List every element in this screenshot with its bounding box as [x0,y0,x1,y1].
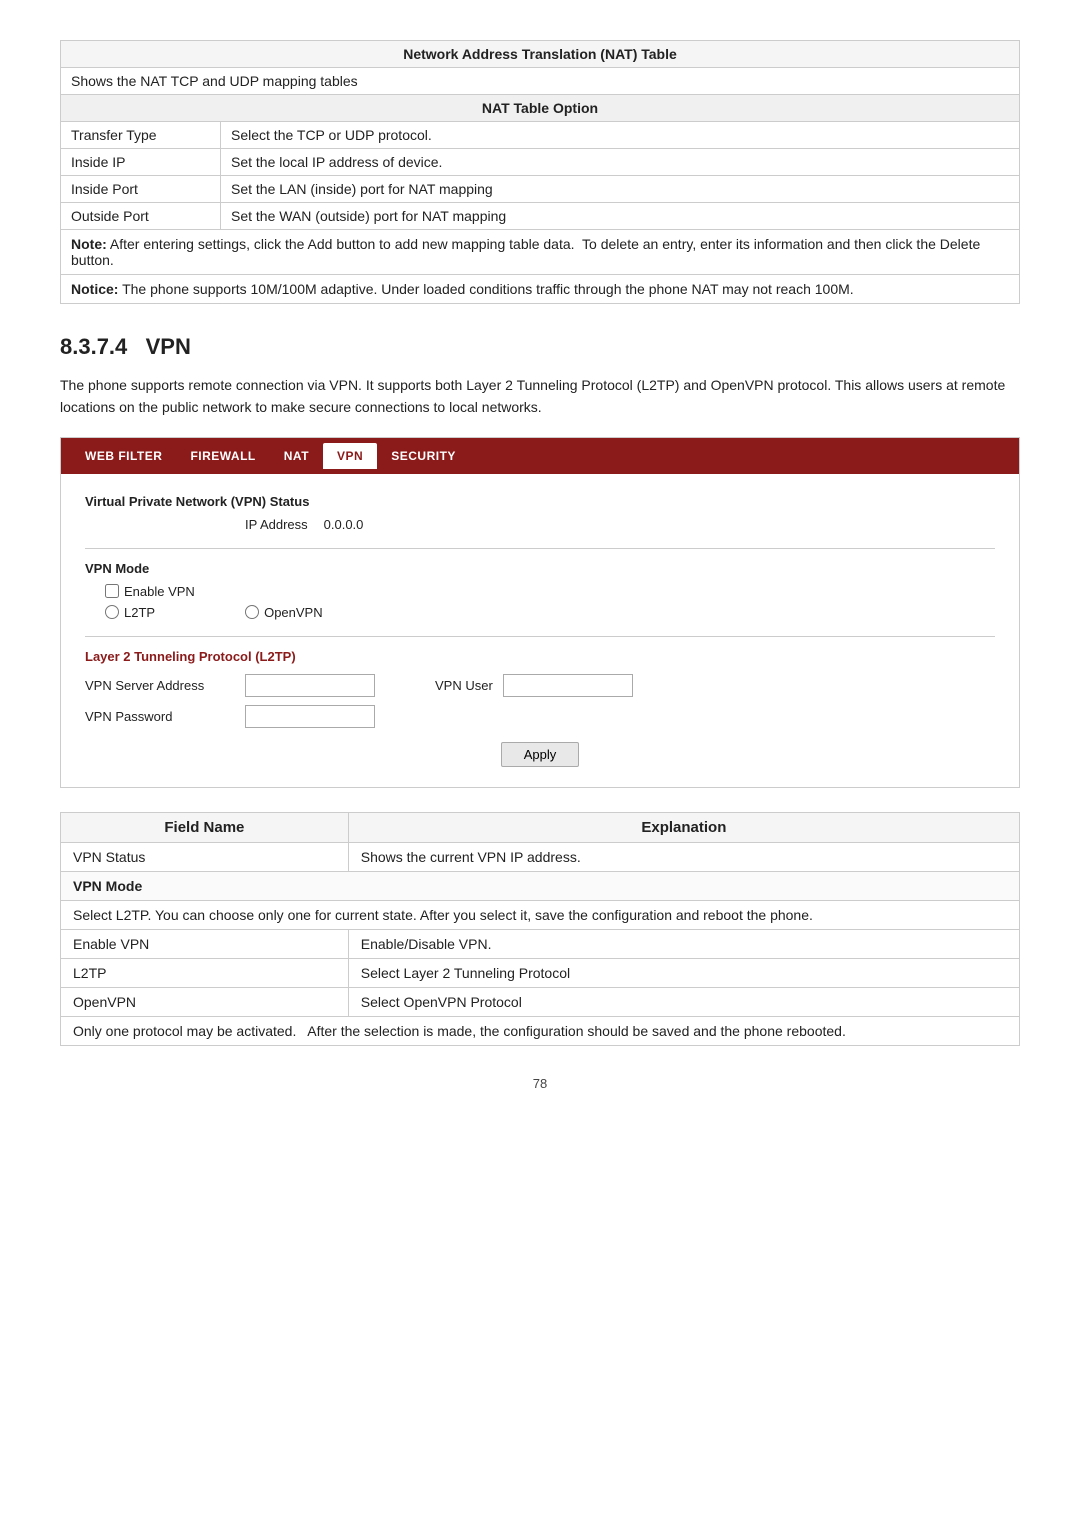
tab-web-filter[interactable]: WEB FILTER [71,443,176,469]
field-vpn-mode-title: VPN Mode [61,871,1020,900]
vpn-mode-title: VPN Mode [85,561,995,576]
field-row-vpn-mode-note: Select L2TP. You can choose only one for… [61,900,1020,929]
field-protocol-note: Only one protocol may be activated. Afte… [61,1016,1020,1045]
panel-body: Virtual Private Network (VPN) Status IP … [61,474,1019,787]
field-desc-vpn-status: Shows the current VPN IP address. [348,842,1019,871]
divider-1 [85,548,995,549]
tab-firewall[interactable]: FIREWALL [176,443,269,469]
field-row-openvpn: OpenVPN Select OpenVPN Protocol [61,987,1020,1016]
nat-row-desc-1: Set the local IP address of device. [221,149,1020,176]
enable-vpn-label: Enable VPN [124,584,195,599]
tab-security[interactable]: SECURITY [377,443,470,469]
vpn-status-row: IP Address 0.0.0.0 [85,517,995,532]
field-col1: Field Name [61,812,349,842]
vpn-status-section: Virtual Private Network (VPN) Status IP … [85,494,995,532]
nat-row-desc-3: Set the WAN (outside) port for NAT mappi… [221,203,1020,230]
divider-2 [85,636,995,637]
l2tp-radio-item: L2TP [105,605,155,620]
field-row-protocol-note: Only one protocol may be activated. Afte… [61,1016,1020,1045]
field-row-vpn-mode-header: VPN Mode [61,871,1020,900]
server-address-label: VPN Server Address [85,678,225,693]
section-heading: 8.3.7.4 VPN [60,334,1020,360]
vpn-password-input[interactable] [245,705,375,728]
openvpn-radio[interactable] [245,605,259,619]
enable-vpn-checkbox[interactable] [105,584,119,598]
vpn-status-title: Virtual Private Network (VPN) Status [85,494,995,509]
nat-note: Note: After entering settings, click the… [61,230,1020,275]
section-title: VPN [146,334,191,359]
vpn-user-label: VPN User [435,678,493,693]
field-desc-l2tp: Select Layer 2 Tunneling Protocol [348,958,1019,987]
apply-button[interactable]: Apply [501,742,580,767]
field-row-vpn-status: VPN Status Shows the current VPN IP addr… [61,842,1020,871]
vpn-mode-row: Enable VPN [85,584,995,599]
field-row-l2tp: L2TP Select Layer 2 Tunneling Protocol [61,958,1020,987]
nat-row-desc-2: Set the LAN (inside) port for NAT mappin… [221,176,1020,203]
tab-vpn[interactable]: VPN [323,443,377,469]
field-table: Field Name Explanation VPN Status Shows … [60,812,1020,1046]
l2tp-title: Layer 2 Tunneling Protocol (L2TP) [85,649,995,664]
field-label-openvpn: OpenVPN [61,987,349,1016]
vpn-user-row: VPN User [435,674,633,697]
field-label-vpn-status: VPN Status [61,842,349,871]
nat-table: Network Address Translation (NAT) Table … [60,40,1020,304]
field-vpn-mode-note: Select L2TP. You can choose only one for… [61,900,1020,929]
ip-address-label: IP Address [245,517,308,532]
tab-bar: WEB FILTER FIREWALL NAT VPN SECURITY [61,438,1019,474]
nat-row-label-3: Outside Port [61,203,221,230]
l2tp-label: L2TP [124,605,155,620]
vpn-password-label: VPN Password [85,709,225,724]
nat-row-label-1: Inside IP [61,149,221,176]
openvpn-radio-item: OpenVPN [245,605,323,620]
nat-row-label-0: Transfer Type [61,122,221,149]
vpn-panel: WEB FILTER FIREWALL NAT VPN SECURITY Vir… [60,437,1020,788]
nat-row-desc-0: Select the TCP or UDP protocol. [221,122,1020,149]
server-address-input[interactable] [245,674,375,697]
vpn-protocol-row: L2TP OpenVPN [85,605,995,620]
tab-nat[interactable]: NAT [270,443,323,469]
nat-option-title: NAT Table Option [61,95,1020,122]
nat-notice: Notice: The phone supports 10M/100M adap… [61,275,1020,304]
server-address-row: VPN Server Address VPN User [85,674,995,697]
nat-table-subtitle: Shows the NAT TCP and UDP mapping tables [61,68,1020,95]
nat-row-label-2: Inside Port [61,176,221,203]
field-label-enable-vpn: Enable VPN [61,929,349,958]
nat-table-title: Network Address Translation (NAT) Table [61,41,1020,68]
apply-row: Apply [85,742,995,767]
field-desc-openvpn: Select OpenVPN Protocol [348,987,1019,1016]
section-number: 8.3.7.4 [60,334,127,359]
field-desc-enable-vpn: Enable/Disable VPN. [348,929,1019,958]
vpn-user-input[interactable] [503,674,633,697]
l2tp-section: Layer 2 Tunneling Protocol (L2TP) VPN Se… [85,649,995,728]
field-label-l2tp: L2TP [61,958,349,987]
openvpn-label: OpenVPN [264,605,323,620]
vpn-password-row: VPN Password [85,705,995,728]
field-row-enable-vpn: Enable VPN Enable/Disable VPN. [61,929,1020,958]
enable-vpn-item: Enable VPN [105,584,195,599]
section-description: The phone supports remote connection via… [60,374,1020,419]
field-col2: Explanation [348,812,1019,842]
l2tp-radio[interactable] [105,605,119,619]
vpn-mode-section: VPN Mode Enable VPN L2TP OpenVPN [85,561,995,620]
ip-address-value: 0.0.0.0 [324,517,364,532]
page-number: 78 [60,1076,1020,1091]
